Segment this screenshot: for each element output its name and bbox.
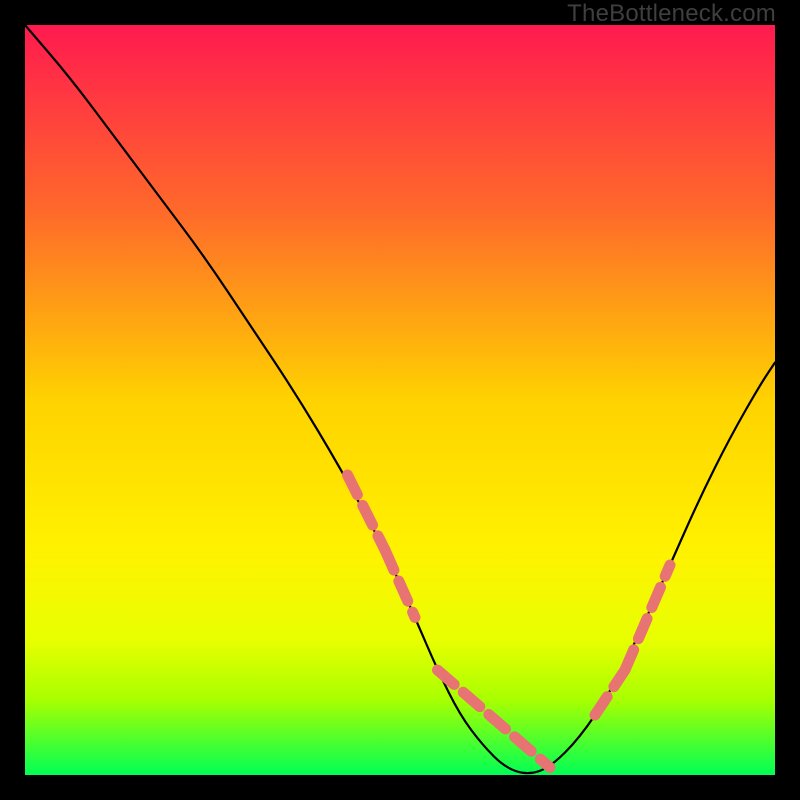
watermark-text: TheBottleneck.com [567, 0, 776, 28]
plot-background [25, 25, 775, 775]
chart-frame: TheBottleneck.com [0, 0, 800, 800]
bottleneck-plot [25, 25, 775, 775]
